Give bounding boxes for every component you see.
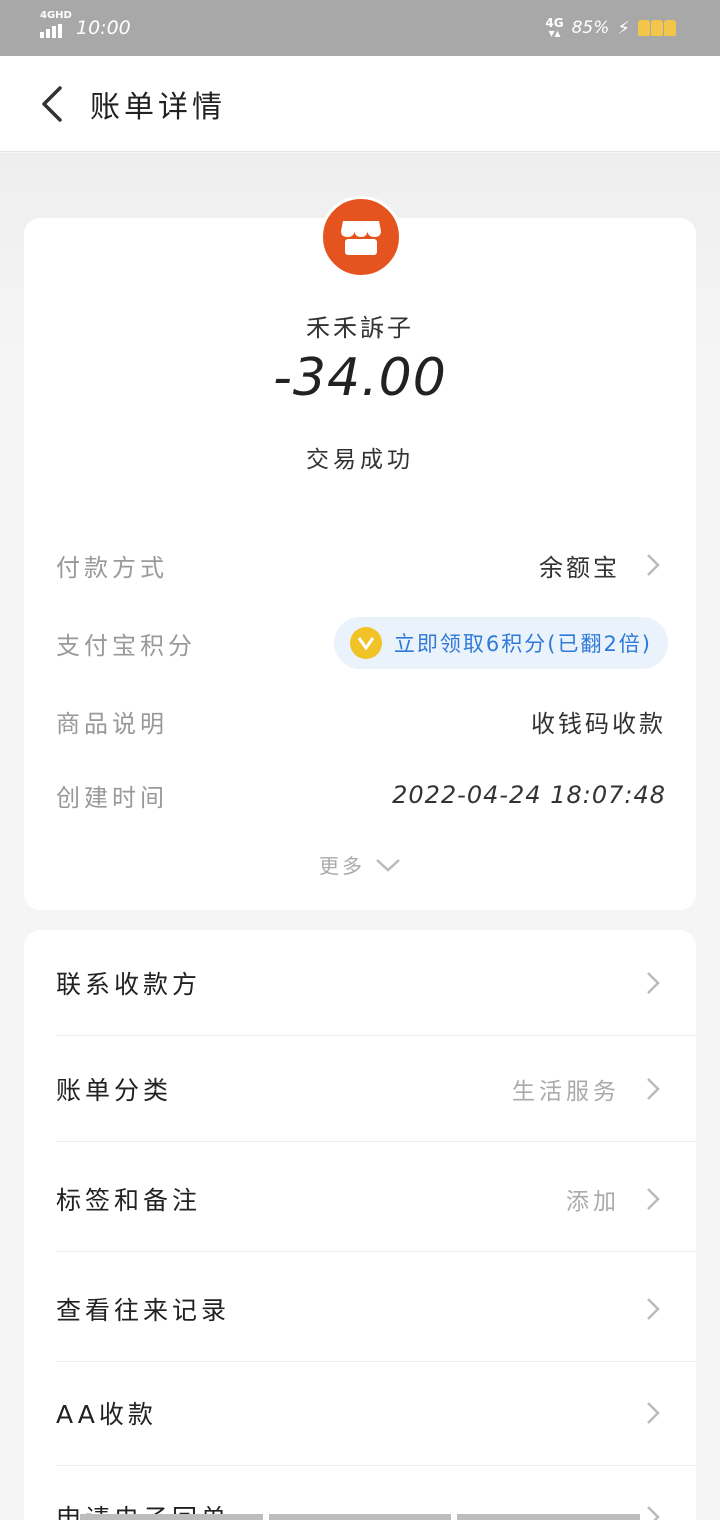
status-bar: 4GHD 10:00 4G ▾▴ 85% ⚡ (0, 0, 720, 56)
menu-value: 生活服务 (512, 1078, 620, 1105)
network-type: 4G ▾▴ (545, 16, 564, 40)
menu-bill-category[interactable]: 账单分类 生活服务 (56, 1036, 696, 1142)
merchant-name: 禾禾訴子 (306, 314, 414, 342)
points-text: 立即领取6积分(已翻2倍) (393, 632, 652, 656)
battery-level: 85% (571, 18, 610, 38)
bill-amount: -34.00 (273, 348, 447, 408)
store-icon (320, 196, 402, 278)
menu-aa-collect[interactable]: AA收款 (56, 1360, 696, 1466)
chevron-right-icon (647, 554, 660, 576)
menu-view-history[interactable]: 查看往来记录 (56, 1256, 696, 1362)
back-arrow-icon[interactable] (22, 74, 82, 134)
menu-tags-notes[interactable]: 标签和备注 添加 (56, 1146, 696, 1252)
created-time-row: 创建时间 2022-04-24 18:07:48 (56, 770, 666, 820)
coin-icon (349, 627, 382, 659)
transaction-status: 交易成功 (306, 447, 414, 473)
more-button[interactable]: 更多 (24, 850, 696, 879)
battery-icon (638, 20, 676, 36)
product-value: 收钱码收款 (531, 709, 666, 738)
chevron-right-icon (647, 1187, 660, 1210)
status-time: 10:00 (76, 17, 131, 39)
menu-contact-payee[interactable]: 联系收款方 (56, 930, 696, 1036)
chevron-right-icon (647, 1506, 660, 1520)
menu-label: 标签和备注 (56, 1185, 202, 1215)
chevron-right-icon (647, 1401, 660, 1424)
menu-label: 联系收款方 (56, 969, 202, 999)
product-label: 商品说明 (56, 709, 168, 738)
menu-label: AA收款 (56, 1399, 157, 1429)
header: 账单详情 (0, 56, 720, 152)
signal-icon: 4GHD (40, 10, 72, 38)
menu-value: 添加 (566, 1188, 620, 1215)
created-time-value: 2022-04-24 18:07:48 (392, 781, 666, 809)
payment-method-value: 余额宝 (539, 553, 620, 582)
points-row: 支付宝积分 立即领取6积分(已翻2倍) (56, 617, 668, 669)
actions-card: 联系收款方 账单分类 生活服务 标签和备注 添加 查看往来记录 AA收款 申请电… (24, 930, 696, 1520)
chevron-down-icon (376, 858, 400, 872)
payment-method-label: 付款方式 (56, 553, 168, 582)
more-label: 更多 (319, 854, 365, 878)
chevron-right-icon (647, 1297, 660, 1320)
menu-label: 查看往来记录 (56, 1295, 231, 1325)
chevron-right-icon (647, 1077, 660, 1100)
chevron-right-icon (647, 971, 660, 994)
claim-points-button[interactable]: 立即领取6积分(已翻2倍) (333, 617, 668, 669)
menu-label: 账单分类 (56, 1075, 173, 1105)
page-title: 账单详情 (90, 89, 226, 125)
charging-icon: ⚡ (617, 17, 630, 39)
nav-gesture-bar (80, 1514, 641, 1520)
bill-summary-card: 禾禾訴子 -34.00 交易成功 付款方式 余额宝 支付宝积分 立即领取6积分(… (24, 196, 696, 910)
created-time-label: 创建时间 (56, 783, 168, 812)
product-row: 商品说明 收钱码收款 (56, 696, 666, 746)
payment-method-row[interactable]: 付款方式 余额宝 (56, 540, 666, 590)
points-label: 支付宝积分 (56, 631, 196, 660)
menu-e-receipt[interactable]: 申请电子回单 (56, 1464, 696, 1520)
